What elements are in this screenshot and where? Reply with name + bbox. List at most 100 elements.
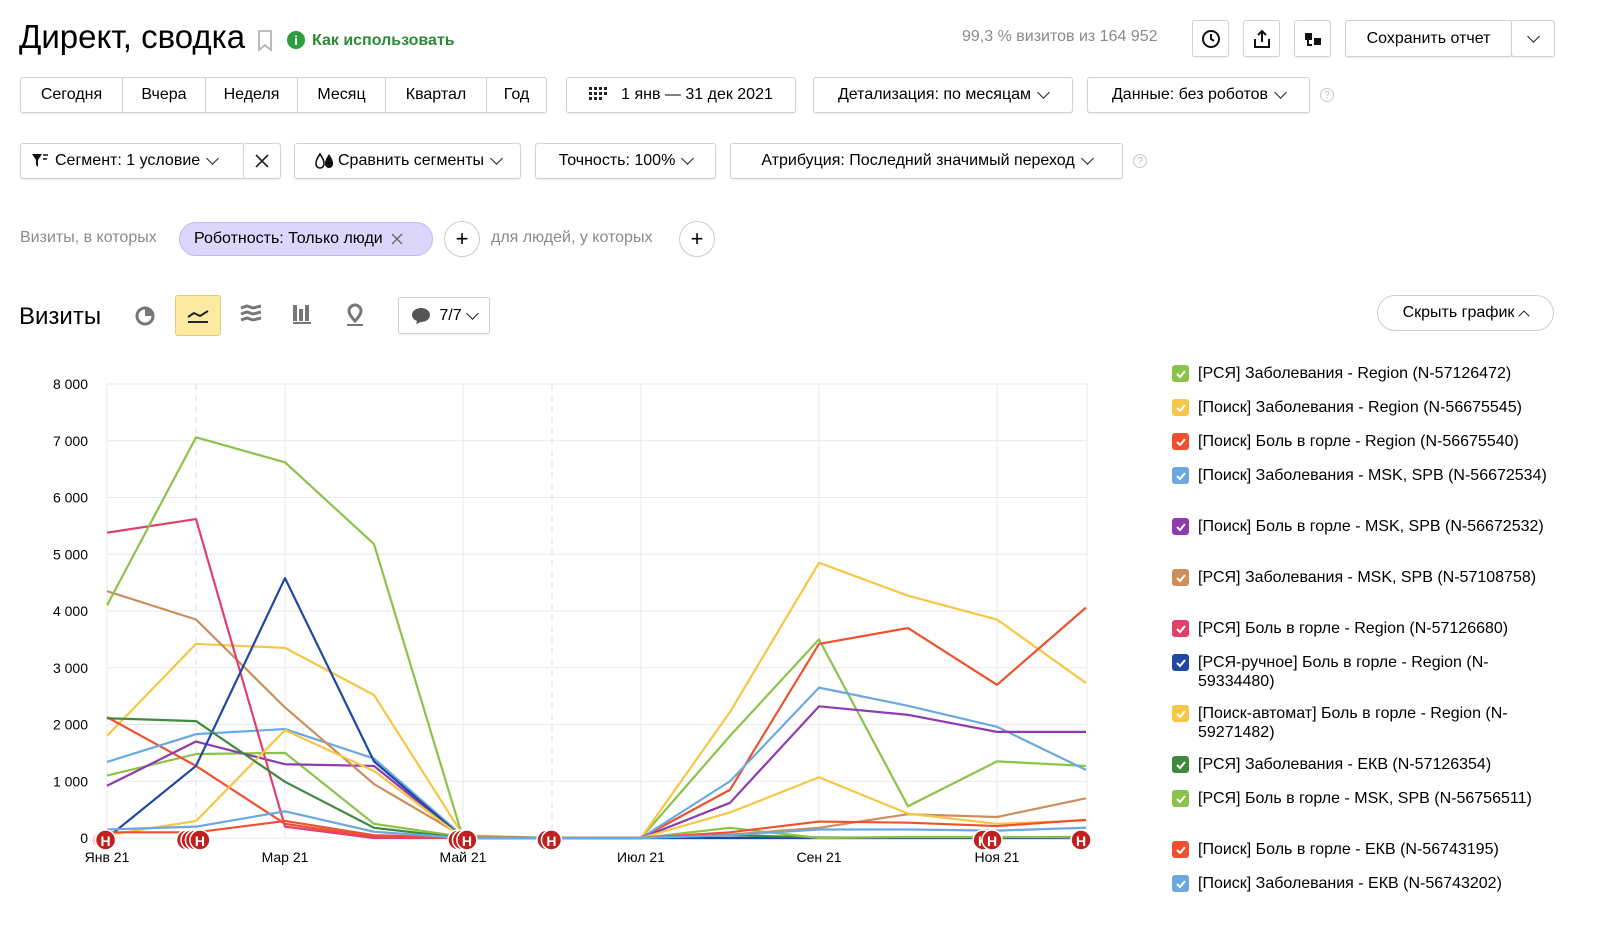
filter-prefix: Визиты, в которых xyxy=(20,229,157,246)
period-selector: Сегодня Вчера Неделя Месяц Квартал Год xyxy=(20,77,547,113)
save-report-button[interactable]: Сохранить отчет xyxy=(1345,20,1512,57)
period-month[interactable]: Месяц xyxy=(298,78,386,112)
segment-label: Сегмент: 1 условие xyxy=(55,152,201,169)
compare-segments-dropdown[interactable]: Сравнить сегменты xyxy=(294,143,521,179)
chevron-down-icon xyxy=(1037,86,1050,99)
checkbox-icon[interactable] xyxy=(1172,756,1189,773)
legend-item[interactable]: [Поиск] Боль в горле - Region (N-5667554… xyxy=(1172,432,1572,451)
legend-item[interactable]: [Поиск-автомат] Боль в горле - Region (N… xyxy=(1172,704,1572,742)
add-condition-button[interactable]: + xyxy=(444,221,480,257)
attribution-dropdown[interactable]: Атрибуция: Последний значимый переход xyxy=(730,143,1123,179)
column-chart-icon[interactable] xyxy=(291,303,315,330)
legend-item[interactable]: [Поиск] Боль в горле - MSK, SPB (N-56672… xyxy=(1172,517,1572,536)
series-line xyxy=(106,638,1087,840)
help-icon[interactable]: ? xyxy=(1133,154,1147,168)
period-year[interactable]: Год xyxy=(487,78,546,112)
legend-item[interactable]: [РСЯ] Боль в горле - Region (N-57126680) xyxy=(1172,619,1572,638)
checkbox-icon[interactable] xyxy=(1172,654,1189,671)
close-icon[interactable] xyxy=(391,233,403,245)
legend-label: [РСЯ] Заболевания - Region (N-57126472) xyxy=(1198,365,1512,382)
x-tick-label: Май 21 xyxy=(440,849,487,865)
data-filter-dropdown[interactable]: Данные: без роботов xyxy=(1087,77,1310,113)
add-people-condition-button[interactable]: + xyxy=(679,221,715,257)
y-tick-label: 5 000 xyxy=(53,546,88,562)
date-range-button[interactable]: 1 янв — 31 дек 2021 xyxy=(566,77,796,113)
checkbox-icon[interactable] xyxy=(1172,620,1189,637)
save-report-label: Сохранить отчет xyxy=(1366,29,1491,47)
legend-label: [Поиск] Заболевания - MSK, SPB (N-566725… xyxy=(1198,467,1547,484)
legend-label: [РСЯ] Заболевания - ЕКВ (N-57126354) xyxy=(1198,756,1492,773)
compare-label: Сравнить сегменты xyxy=(337,152,485,169)
checkbox-icon[interactable] xyxy=(1172,841,1189,858)
period-week[interactable]: Неделя xyxy=(206,78,298,112)
arrows-icon xyxy=(1304,32,1321,46)
annotation-marker-label: Н xyxy=(100,833,110,849)
checkbox-icon[interactable] xyxy=(1172,399,1189,416)
legend-label: [РСЯ] Боль в горле - MSK, SPB (N-5675651… xyxy=(1198,790,1532,807)
checkbox-icon[interactable] xyxy=(1172,365,1189,382)
legend-item[interactable]: [РСЯ] Боль в горле - MSK, SPB (N-5675651… xyxy=(1172,789,1572,808)
annotation-marker-label: Н xyxy=(546,833,556,849)
legend-item[interactable]: [РСЯ] Заболевания - Region (N-57126472) xyxy=(1172,364,1572,383)
attribution-label: Атрибуция: Последний значимый переход xyxy=(761,152,1075,169)
checkbox-icon[interactable] xyxy=(1172,790,1189,807)
legend-label: [Поиск-автомат] Боль в горле - Region (N… xyxy=(1198,705,1508,741)
checkbox-icon[interactable] xyxy=(1172,875,1189,892)
series-line xyxy=(106,717,1087,840)
hide-chart-label: Скрыть график xyxy=(1402,304,1515,321)
detail-dropdown[interactable]: Детализация: по месяцам xyxy=(813,77,1073,113)
y-tick-label: 2 000 xyxy=(53,717,88,733)
filter-middle-text: для людей, у которых xyxy=(491,229,653,246)
legend-item[interactable]: [Поиск] Заболевания - Region (N-56675545… xyxy=(1172,398,1572,417)
period-today[interactable]: Сегодня xyxy=(21,78,123,112)
legend-label: [РСЯ] Заболевания - MSK, SPB (N-57108758… xyxy=(1198,569,1537,586)
legend-item[interactable]: [Поиск] Заболевания - ЕКВ (N-56743202) xyxy=(1172,874,1572,893)
bookmark-icon[interactable] xyxy=(257,30,273,57)
visits-line-chart: 0 1 000 2 000 3 000 4 000 5 000 6 000 7 000 8 00… xyxy=(53,376,1092,865)
subscribe-button[interactable] xyxy=(1294,20,1331,57)
segment-dropdown[interactable]: Сегмент: 1 условие xyxy=(20,143,245,179)
pie-chart-icon[interactable] xyxy=(133,304,157,328)
robotness-chip[interactable]: Роботность: Только люди xyxy=(179,222,433,256)
chart-title: Визиты xyxy=(19,303,102,330)
x-tick-label: Ноя 21 xyxy=(975,849,1020,865)
accuracy-dropdown[interactable]: Точность: 100% xyxy=(535,143,716,179)
visits-info: 99,3 % визитов из 164 952 xyxy=(962,28,1158,45)
area-chart-icon[interactable] xyxy=(239,304,263,331)
drops-icon xyxy=(315,152,333,169)
chevron-down-icon xyxy=(490,152,503,165)
map-icon[interactable] xyxy=(344,303,366,332)
checkbox-icon[interactable] xyxy=(1172,433,1189,450)
checkbox-icon[interactable] xyxy=(1172,518,1189,535)
close-icon xyxy=(255,154,269,168)
chevron-down-icon xyxy=(1274,86,1287,99)
legend-item[interactable]: [РСЯ] Заболевания - MSK, SPB (N-57108758… xyxy=(1172,568,1572,587)
hide-chart-button[interactable]: Скрыть график xyxy=(1377,295,1554,331)
checkbox-icon[interactable] xyxy=(1172,705,1189,722)
checkbox-icon[interactable] xyxy=(1172,467,1189,484)
legend-item[interactable]: [Поиск] Боль в горле - ЕКВ (N-56743195) xyxy=(1172,840,1572,859)
how-to-use-link[interactable]: Как использовать xyxy=(312,32,455,50)
period-quarter[interactable]: Квартал xyxy=(386,78,487,112)
checkbox-icon[interactable] xyxy=(1172,569,1189,586)
line-chart-button[interactable] xyxy=(175,295,221,336)
chevron-up-icon xyxy=(1518,309,1531,322)
chevron-down-icon xyxy=(206,152,220,165)
annotation-marker-label: Н xyxy=(195,833,205,849)
filter-icon xyxy=(32,154,48,167)
legend-item[interactable]: [Поиск] Заболевания - MSK, SPB (N-566725… xyxy=(1172,466,1572,485)
legend-item[interactable]: [РСЯ] Заболевания - ЕКВ (N-57126354) xyxy=(1172,755,1572,774)
export-button[interactable] xyxy=(1243,20,1280,57)
series-line xyxy=(106,576,1086,840)
y-tick-label: 8 000 xyxy=(53,376,88,392)
info-icon: i xyxy=(287,31,305,49)
annotation-marker-label: Н xyxy=(1076,833,1086,849)
clear-segment-button[interactable] xyxy=(243,143,281,179)
period-yesterday[interactable]: Вчера xyxy=(123,78,206,112)
help-icon[interactable]: ? xyxy=(1320,88,1334,102)
save-report-dropdown[interactable] xyxy=(1511,20,1555,57)
annotations-dropdown[interactable]: 7/7 xyxy=(398,297,490,334)
history-button[interactable] xyxy=(1192,20,1229,57)
detail-label: Детализация: по месяцам xyxy=(837,86,1032,103)
legend-item[interactable]: [РСЯ-ручное] Боль в горле - Region (N-59… xyxy=(1172,653,1572,691)
